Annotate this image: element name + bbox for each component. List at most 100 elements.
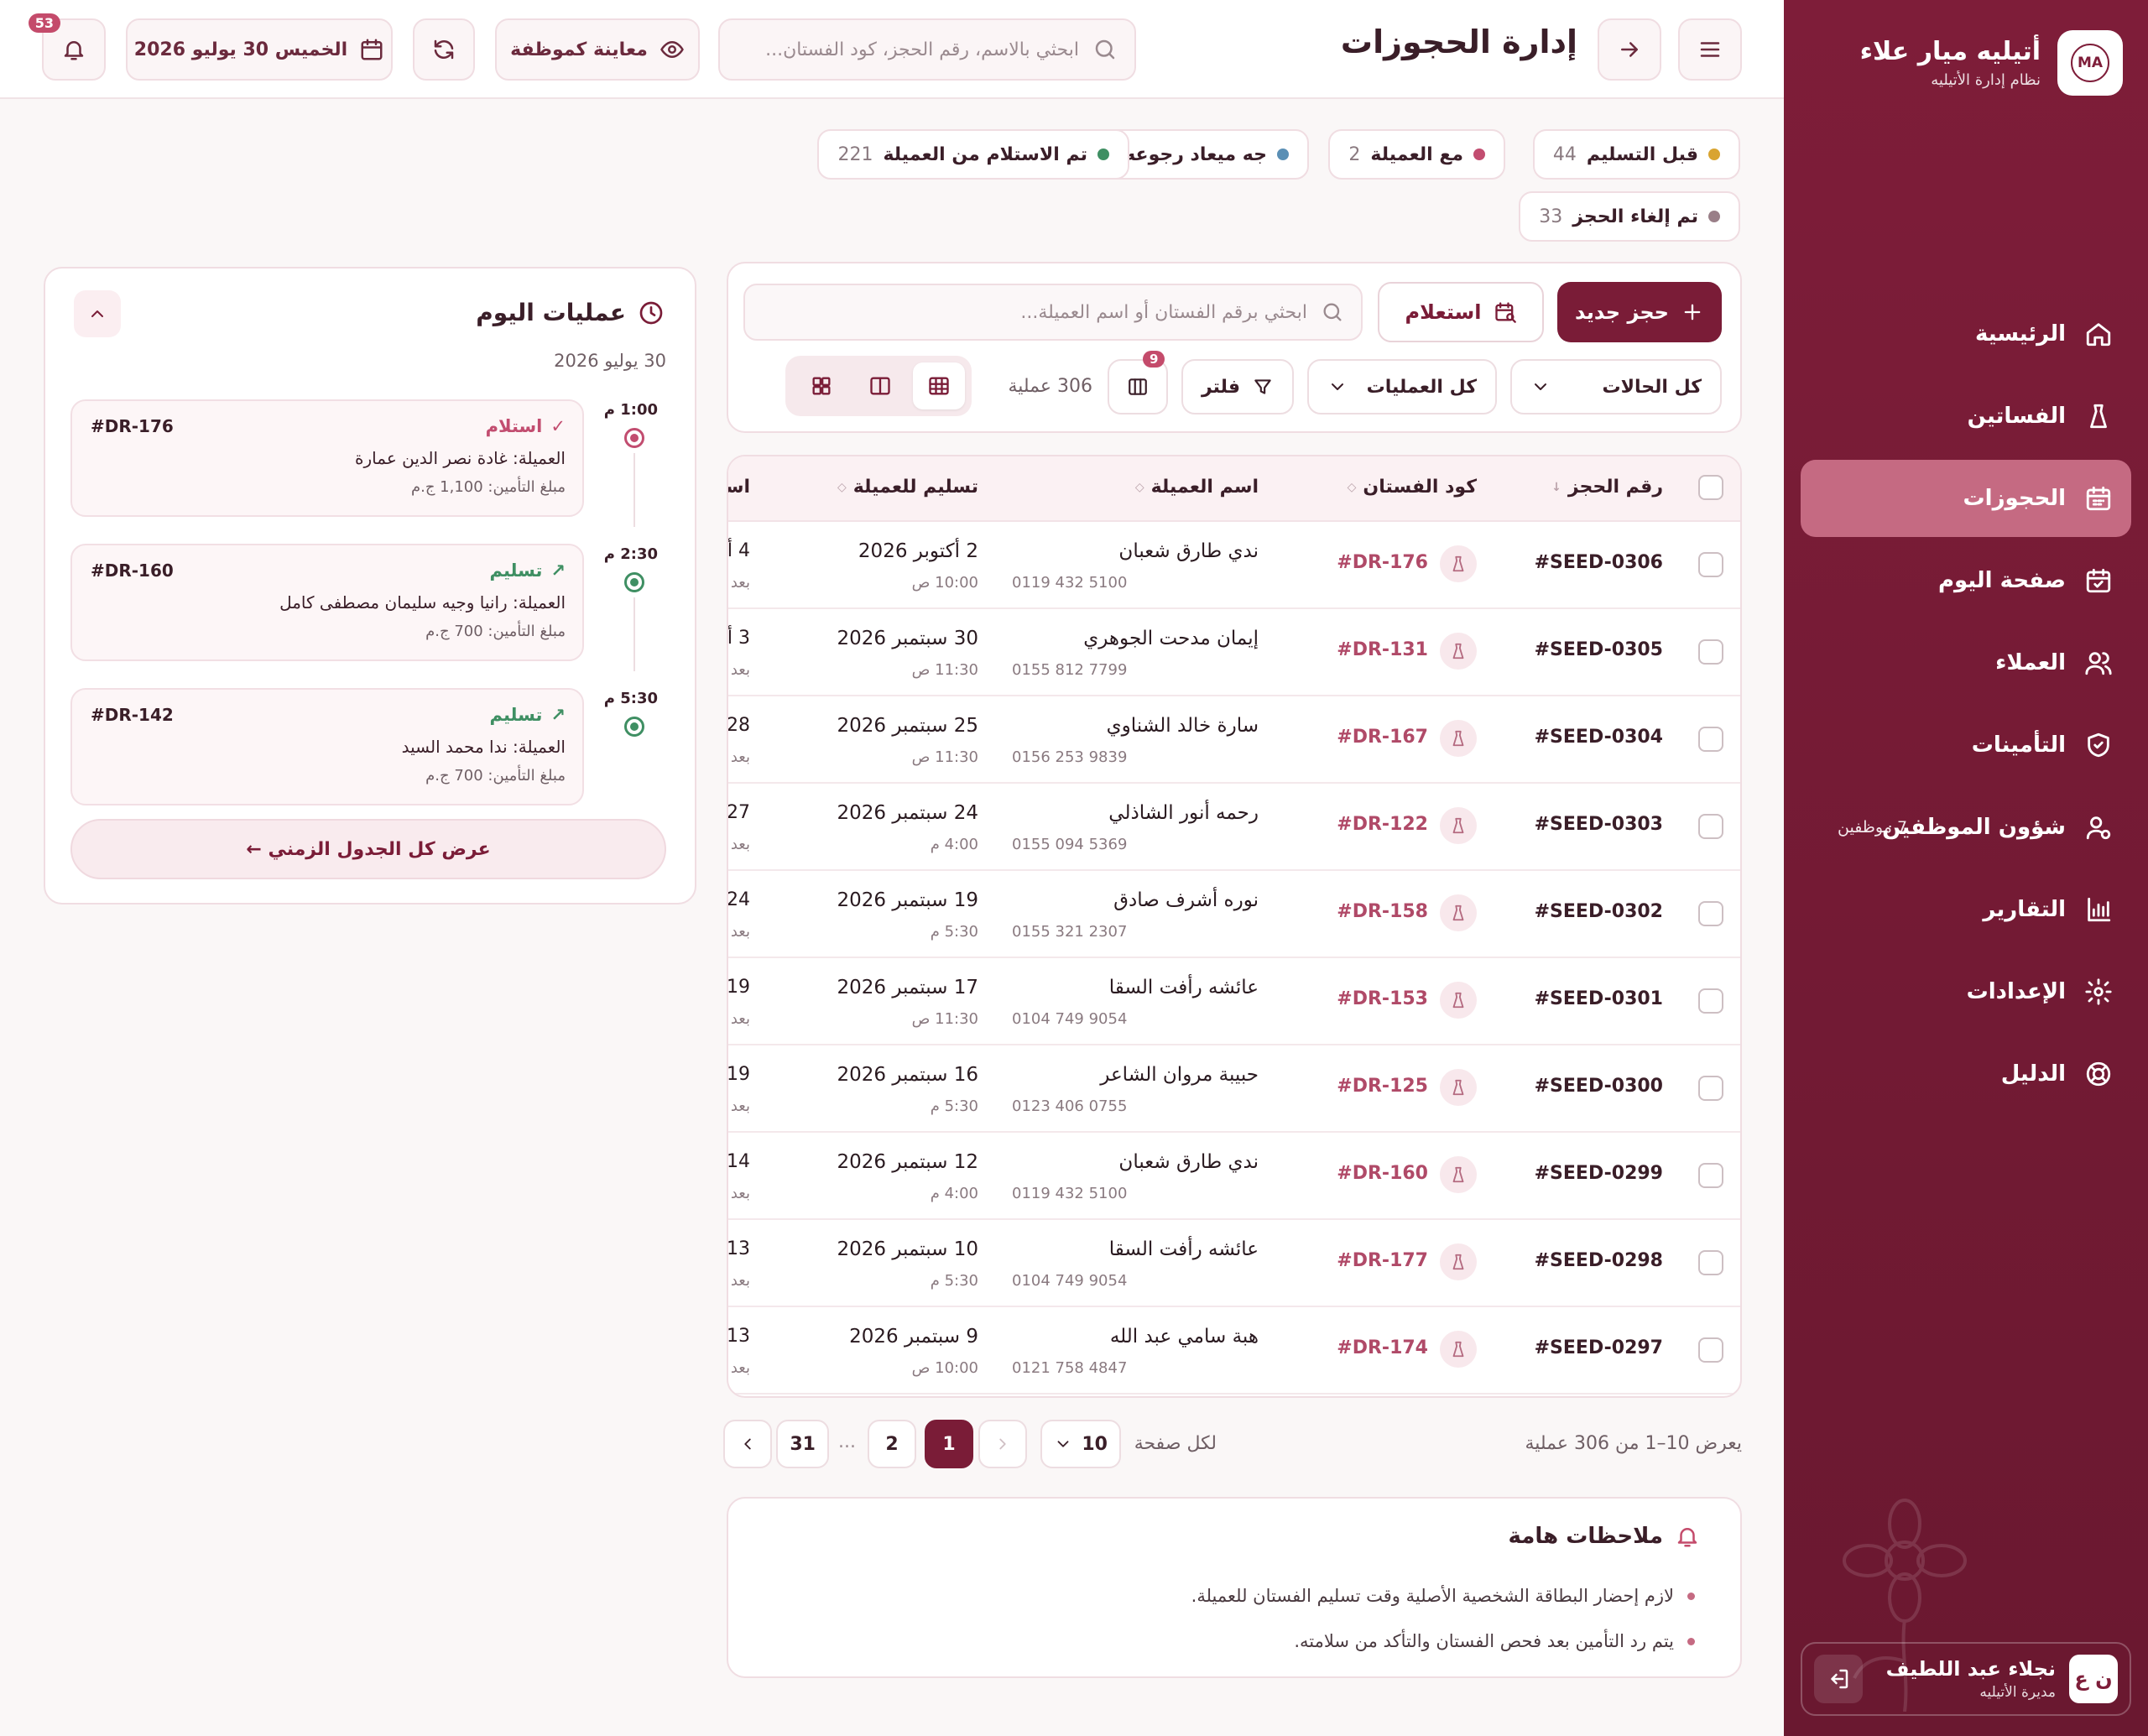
table-row[interactable]: #SEED-0304 #DR-167 سارة خالد الشناوي 0156 2… [728, 696, 1740, 784]
op-type: ✓ استلام [485, 416, 566, 436]
global-search-input[interactable]: ابحثي بالاسم، رقم الحجز، كود الفستان... [718, 18, 1136, 81]
column-client-name[interactable]: اسم العميلة ◇ [1135, 477, 1259, 498]
dress-code-link[interactable]: #DR-122 [1337, 814, 1428, 835]
table-row[interactable]: #SEED-0305 #DR-131 إيمان مدحت الجوهري 0155 … [728, 609, 1740, 696]
row-checkbox[interactable] [1698, 552, 1723, 577]
row-checkbox[interactable] [1698, 727, 1723, 752]
sort-icon: ◇ [1134, 480, 1144, 494]
column-dress-code[interactable]: كود الفستان ◇ [1348, 477, 1477, 498]
split-view-button[interactable] [854, 362, 906, 409]
prev-page-button[interactable] [978, 1420, 1027, 1468]
menu-button[interactable] [1678, 18, 1742, 81]
table-row[interactable]: #SEED-0306 #DR-176 ندي طارق شعبان 0119 432 … [728, 522, 1740, 609]
sidebar-item-deposits[interactable]: التأمينات [1801, 706, 2131, 784]
delivery-time: 5:30 م [930, 1097, 978, 1115]
sidebar-item-clients[interactable]: العملاء [1801, 624, 2131, 701]
row-checkbox[interactable] [1698, 1163, 1723, 1188]
status-pill-returned[interactable]: تم الاستلام من العميلة 221 [817, 129, 1129, 180]
op-client: العميلة: غادة نصر الدين عمارة [355, 448, 566, 468]
timeline-line [633, 597, 635, 671]
view-full-timeline-button[interactable]: عرض كل الجدول الزمني ← [70, 819, 666, 879]
collapse-button[interactable] [74, 290, 121, 337]
dress-code-link[interactable]: #DR-177 [1337, 1250, 1428, 1271]
table-row[interactable]: #SEED-0301 #DR-153 عائشه رأفت السقا 0104 74… [728, 958, 1740, 1045]
date-button[interactable]: الخميس 30 يوليو 2026 [126, 18, 393, 81]
logout-button[interactable] [1814, 1655, 1863, 1703]
booking-id: #SEED-0299 [1534, 1163, 1663, 1184]
table-row[interactable]: #SEED-0299 #DR-160 ندي طارق شعبان 0119 432 … [728, 1133, 1740, 1220]
dress-code-link[interactable]: #DR-176 [1337, 552, 1428, 573]
per-page-select[interactable]: 10 [1040, 1420, 1121, 1468]
columns-button[interactable]: 9 [1108, 351, 1168, 414]
dress-code-link[interactable]: #DR-131 [1337, 639, 1428, 660]
booking-search-input[interactable]: ابحثي برقم الفستان أو اسم العميلة... [743, 284, 1363, 341]
row-checkbox[interactable] [1698, 639, 1723, 665]
booking-id: #SEED-0302 [1534, 901, 1663, 922]
hamburger-icon [1700, 42, 1720, 57]
page-31-button[interactable]: 31 [776, 1420, 829, 1468]
dress-code-link[interactable]: #DR-158 [1337, 901, 1428, 922]
dress-code-link[interactable]: #DR-160 [1337, 1163, 1428, 1184]
operation-card[interactable]: ↗ تسليم #DR-142 العميلة: ندا محمد السيد م… [70, 688, 584, 805]
dress-code-link[interactable]: #DR-125 [1337, 1076, 1428, 1097]
column-return[interactable]: استلام [728, 477, 750, 498]
status-pill-before-delivery[interactable]: قبل التسليم 44 [1532, 129, 1740, 180]
row-checkbox[interactable] [1698, 901, 1723, 926]
next-page-button[interactable] [723, 1420, 772, 1468]
operation-card[interactable]: ↗ تسليم #DR-160 العميلة: رانيا وجيه سليما… [70, 544, 584, 661]
chevron-up-icon [91, 310, 103, 317]
table-row[interactable]: #SEED-0298 #DR-177 عائشه رأفت السقا 0104 74… [728, 1220, 1740, 1307]
sidebar-item-home[interactable]: الرئيسية [1801, 295, 2131, 373]
preview-as-staff-button[interactable]: معاينة كموظفة [495, 18, 700, 81]
arrow-up-right-icon: ↗ [550, 705, 566, 725]
sidebar-item-bookings[interactable]: الحجوزات [1801, 460, 2131, 537]
status-select[interactable]: كل الحالات [1510, 359, 1722, 414]
row-checkbox[interactable] [1698, 988, 1723, 1014]
filter-button[interactable]: فلتر [1181, 359, 1294, 414]
row-checkbox[interactable] [1698, 1250, 1723, 1275]
row-checkbox[interactable] [1698, 1076, 1723, 1101]
table-row[interactable]: #SEED-0297 #DR-174 هبة سامي عبد الله 0121 7… [728, 1307, 1740, 1395]
sidebar-item-guide[interactable]: الدليل [1801, 1035, 2131, 1113]
chevron-down-icon [1332, 383, 1343, 390]
sidebar-item-reports[interactable]: التقارير [1801, 871, 2131, 948]
status-dot [1277, 149, 1289, 160]
grid-view-button[interactable] [795, 362, 847, 409]
table-icon [929, 377, 949, 395]
row-checkbox[interactable] [1698, 1337, 1723, 1363]
sidebar-item-dresses[interactable]: الفساتين [1801, 378, 2131, 455]
new-booking-button[interactable]: حجز جديد [1557, 282, 1722, 342]
sidebar-item-staff[interactable]: شؤون الموظفين 7 موظفين [1801, 789, 2131, 866]
table-row[interactable]: #SEED-0303 #DR-122 رحمه أنور الشاذلي 0155 0… [728, 784, 1740, 871]
column-delivery[interactable]: تسليم للعميلة ◇ [837, 477, 978, 498]
op-time: 1:00 م [603, 401, 658, 419]
home-icon [2086, 323, 2111, 347]
dress-icon [2090, 404, 2107, 429]
operation-card[interactable]: ✓ استلام #DR-176 العميلة: غادة نصر الدين … [70, 399, 584, 517]
dress-code-link[interactable]: #DR-153 [1337, 988, 1428, 1009]
status-pill-with-client[interactable]: مع العميلة 2 [1328, 129, 1505, 180]
operations-select[interactable]: كل العمليات [1307, 359, 1497, 414]
refresh-button[interactable] [413, 18, 475, 81]
status-dot [1708, 211, 1720, 222]
select-all-checkbox[interactable] [1698, 475, 1723, 500]
page-2-button[interactable]: 2 [868, 1420, 916, 1468]
row-checkbox[interactable] [1698, 814, 1723, 839]
table-view-button[interactable] [913, 362, 965, 409]
column-booking-id[interactable]: رقم الحجز ↓ [1551, 477, 1663, 498]
status-pill-cancelled[interactable]: تم إلغاء الحجز 33 [1519, 191, 1740, 242]
bullet [1687, 1637, 1695, 1645]
sidebar-nav: الرئيسية الفساتين الحجوزات صفحة اليوم ال… [1801, 295, 2131, 1118]
sidebar-item-settings[interactable]: الإعدادات [1801, 953, 2131, 1030]
dress-code-link[interactable]: #DR-167 [1337, 727, 1428, 748]
back-button[interactable] [1598, 18, 1661, 81]
dress-code-link[interactable]: #DR-174 [1337, 1337, 1428, 1358]
page-1-button[interactable]: 1 [925, 1420, 973, 1468]
table-row[interactable]: #SEED-0300 #DR-125 حبيبة مروان الشاعر 0123 … [728, 1045, 1740, 1133]
sidebar-item-today[interactable]: صفحة اليوم [1801, 542, 2131, 619]
table-row[interactable]: #SEED-0302 #DR-158 نوره أشرف صادق 0155 321 … [728, 871, 1740, 958]
inquiry-button[interactable]: استعلام [1378, 282, 1544, 342]
notifications-button[interactable]: 53 [28, 13, 106, 81]
op-dress-code: #DR-160 [91, 560, 174, 581]
op-deposit: مبلغ التأمين: 700 ج.م [425, 767, 566, 785]
